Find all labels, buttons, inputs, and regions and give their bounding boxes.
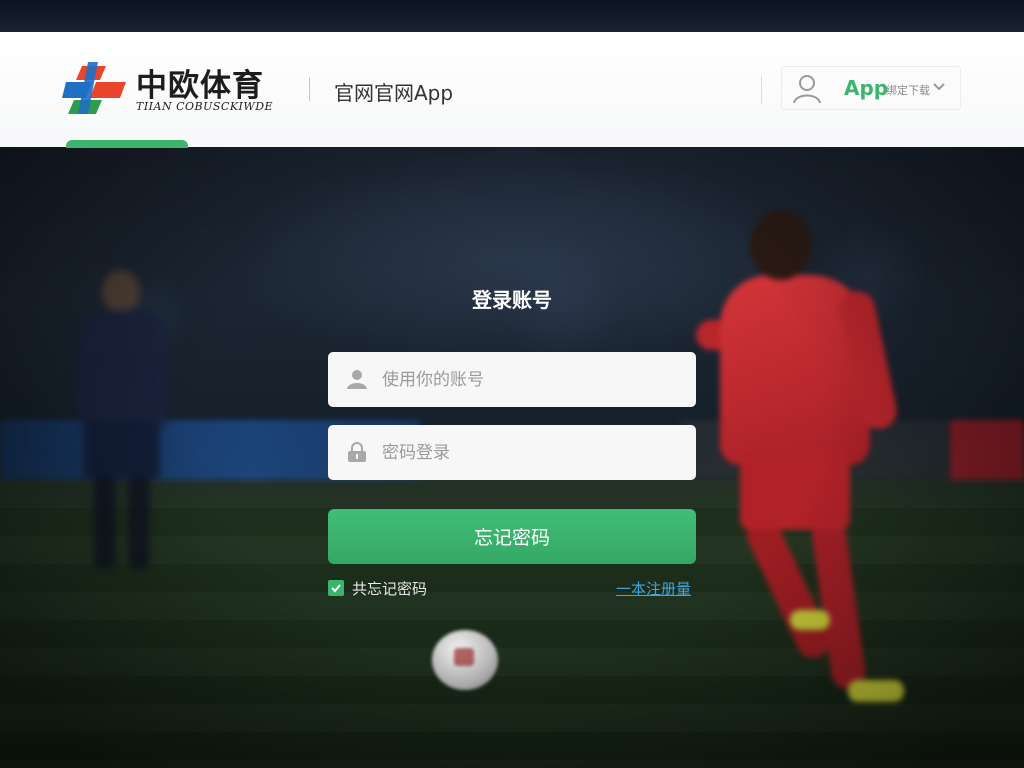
login-submit-button[interactable]: 忘记密码 [328, 509, 696, 564]
app-label: App [844, 76, 889, 100]
site-header: 中欧体育 TIIAN COBUSCKIWDE 官网官网App App 绑定下载 [0, 32, 1024, 147]
brand-tagline: TIIAN COBUSCKIWDE [136, 100, 274, 113]
top-strip [0, 0, 1024, 32]
username-field[interactable] [328, 352, 696, 407]
active-tab-indicator [66, 140, 188, 148]
header-divider [309, 77, 310, 101]
password-input[interactable] [382, 425, 682, 480]
checkbox-checked-icon[interactable] [328, 580, 344, 596]
login-title: 登录账号 [472, 288, 552, 312]
user-icon [793, 75, 821, 104]
header-divider-right [761, 76, 762, 104]
app-download-label: 绑定下载 [886, 84, 930, 97]
password-field[interactable] [328, 425, 696, 480]
lock-icon [348, 442, 366, 462]
username-input[interactable] [382, 352, 682, 407]
brand-logo-icon[interactable] [62, 60, 126, 116]
user-app-menu[interactable]: App 绑定下载 [781, 66, 961, 110]
chevron-down-icon [933, 83, 945, 91]
remember-checkbox[interactable]: 共忘记密码 [328, 578, 427, 598]
register-link[interactable]: 一本注册量 [616, 578, 691, 599]
remember-label: 共忘记密码 [352, 579, 428, 598]
official-site-link[interactable]: 官网官网App [334, 77, 453, 106]
user-icon [347, 370, 367, 389]
brand-name: 中欧体育 [136, 68, 264, 104]
